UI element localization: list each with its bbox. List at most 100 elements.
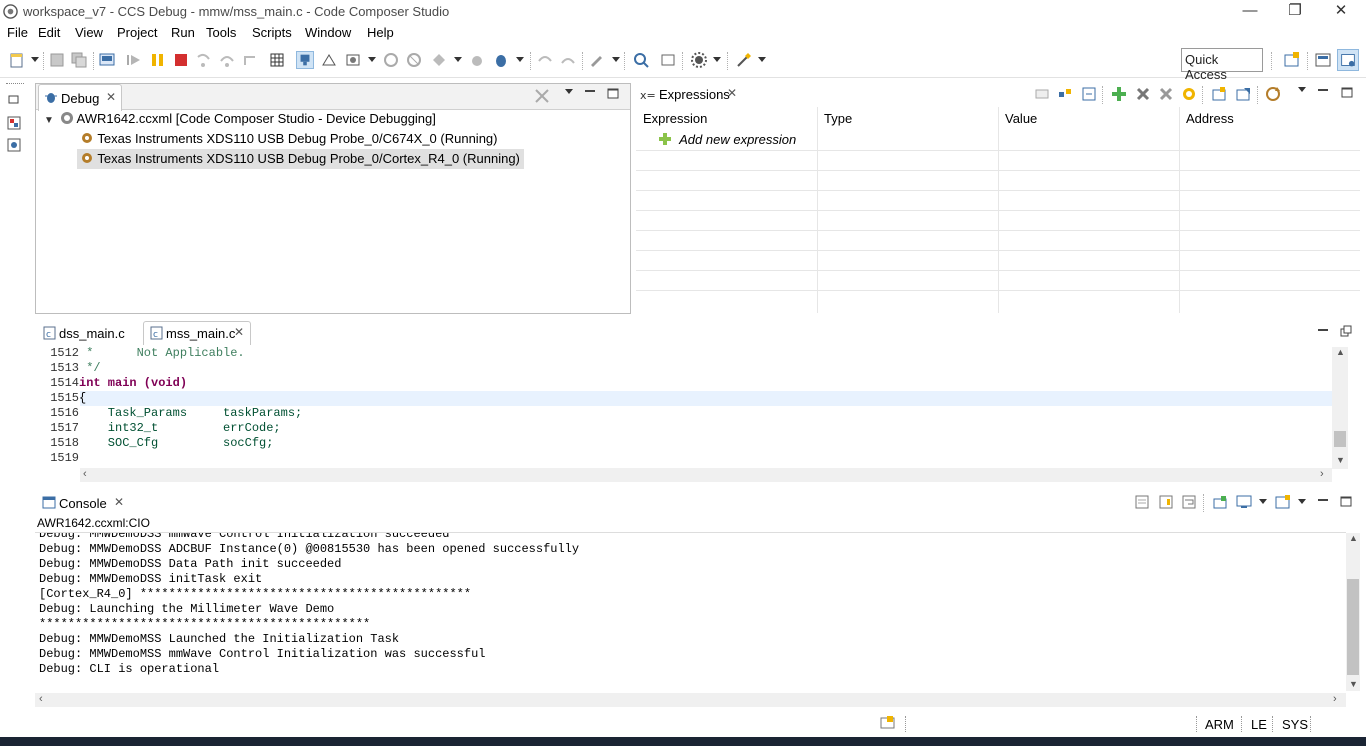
scroll-up-arrow-icon[interactable]: ▲ [1336, 347, 1345, 357]
chevron-down-icon[interactable] [1259, 499, 1267, 504]
scroll-down-arrow-icon[interactable]: ▼ [1336, 455, 1345, 465]
tree-child-row-selected[interactable]: Texas Instruments XDS110 USB Debug Probe… [77, 149, 524, 169]
remove-expression-icon[interactable] [1135, 86, 1151, 102]
menu-edit[interactable]: Edit [38, 25, 60, 40]
connect-target-icon[interactable] [296, 51, 314, 69]
load-program-icon[interactable] [320, 51, 338, 69]
scroll-up-arrow-icon[interactable]: ▲ [1349, 533, 1358, 543]
scroll-right-arrow-icon[interactable]: › [1333, 693, 1337, 705]
memory-grid-icon[interactable] [268, 51, 286, 69]
tools-icon[interactable] [588, 51, 606, 69]
tab-expressions[interactable]: x= Expressions ✕ [636, 83, 748, 110]
close-icon[interactable]: ✕ [114, 495, 124, 509]
search-icon[interactable] [632, 51, 650, 69]
menu-tools[interactable]: Tools [206, 25, 236, 40]
reset-icon[interactable] [344, 51, 362, 69]
menu-project[interactable]: Project [117, 25, 157, 40]
scroll-left-arrow-icon[interactable]: ‹ [83, 468, 87, 480]
profile-icon[interactable] [468, 51, 486, 69]
tree-expand-chevron-icon[interactable]: ▼ [44, 115, 56, 126]
task-progress-icon[interactable] [879, 715, 897, 731]
save-icon[interactable] [48, 51, 66, 69]
word-wrap-icon[interactable] [1181, 494, 1197, 510]
reload-icon[interactable] [405, 51, 423, 69]
step-asm-icon[interactable] [536, 51, 554, 69]
continuous-refresh-icon[interactable] [1265, 86, 1281, 102]
debug-icon[interactable] [492, 51, 510, 69]
breakpoints-icon[interactable] [6, 137, 22, 153]
column-header-type[interactable]: Type [824, 111, 852, 126]
menu-run[interactable]: Run [171, 25, 195, 40]
open-perspective-icon[interactable] [659, 51, 677, 69]
suspend-icon[interactable] [149, 51, 167, 69]
remove-all-expressions-icon[interactable] [1158, 86, 1174, 102]
scrollbar-thumb[interactable] [1334, 431, 1346, 447]
editor-horizontal-scrollbar[interactable]: ‹ › [80, 468, 1332, 482]
open-console-icon[interactable] [1275, 494, 1291, 510]
quick-access-input[interactable]: Quick Access [1181, 48, 1263, 82]
ccs-debug-perspective-icon[interactable] [1337, 49, 1359, 71]
restore-button[interactable]: ❐ [1272, 0, 1318, 24]
chevron-down-icon[interactable] [612, 57, 620, 62]
chevron-down-icon[interactable] [713, 57, 721, 62]
ccs-edit-perspective-icon[interactable] [1314, 51, 1332, 69]
minimize-view-icon[interactable] [1318, 89, 1328, 91]
scrollbar-thumb[interactable] [1347, 579, 1359, 675]
console-vertical-scrollbar[interactable]: ▲ ▼ [1346, 533, 1360, 691]
save-all-icon[interactable] [70, 51, 88, 69]
add-expression-plus-icon[interactable] [1111, 86, 1127, 102]
hardware-icon[interactable] [430, 51, 448, 69]
restart-icon[interactable] [382, 51, 400, 69]
refresh-expressions-icon[interactable] [1181, 86, 1197, 102]
step-over-asm-icon[interactable] [559, 51, 577, 69]
chevron-down-icon[interactable] [31, 57, 39, 62]
chevron-down-icon[interactable] [454, 57, 462, 62]
step-over-icon[interactable] [218, 51, 236, 69]
step-return-icon[interactable] [241, 51, 259, 69]
tab-debug[interactable]: Debug ✕ [38, 84, 122, 111]
collapse-all-icon[interactable] [1081, 86, 1097, 102]
code-editor[interactable]: 1512 * Not Applicable. 1513 */ 1514int m… [35, 346, 1332, 468]
maximize-view-icon[interactable] [1340, 495, 1352, 507]
chevron-down-icon[interactable] [1298, 499, 1306, 504]
import-expressions-icon[interactable] [1211, 86, 1227, 102]
restore-views-icon[interactable] [7, 93, 21, 105]
step-into-icon[interactable] [195, 51, 213, 69]
clear-console-icon[interactable] [1134, 494, 1150, 510]
minimize-view-icon[interactable] [1318, 499, 1328, 501]
scroll-left-arrow-icon[interactable]: ‹ [39, 693, 43, 705]
scroll-right-arrow-icon[interactable]: › [1320, 468, 1324, 480]
remove-terminated-icon[interactable] [533, 87, 551, 105]
column-header-address[interactable]: Address [1186, 111, 1234, 126]
tab-console[interactable]: Console ✕ [37, 491, 129, 518]
logical-structure-icon[interactable] [1057, 86, 1073, 102]
view-menu-chevron-icon[interactable] [565, 89, 573, 94]
view-menu-chevron-icon[interactable] [1298, 87, 1306, 92]
column-header-value[interactable]: Value [1005, 111, 1037, 126]
close-icon[interactable]: ✕ [234, 325, 244, 339]
resume-icon[interactable] [125, 51, 143, 69]
display-console-icon[interactable] [1236, 494, 1252, 510]
console-output[interactable]: Debug: MMWDemoDSS mmWave Control Initial… [35, 532, 1346, 692]
pin-console-icon[interactable] [1212, 494, 1228, 510]
tab-mss-main[interactable]: c mss_main.c ✕ [143, 321, 251, 345]
terminate-icon[interactable] [172, 51, 190, 69]
column-header-expression[interactable]: Expression [643, 111, 707, 126]
chevron-down-icon[interactable] [516, 57, 524, 62]
menu-scripts[interactable]: Scripts [252, 25, 292, 40]
chevron-down-icon[interactable] [758, 57, 766, 62]
minimize-view-icon[interactable] [585, 90, 595, 92]
console-horizontal-scrollbar[interactable]: ‹ › [35, 693, 1346, 707]
restore-view-icon[interactable] [1340, 325, 1352, 337]
scroll-lock-icon[interactable] [1158, 494, 1174, 510]
chevron-down-icon[interactable] [368, 57, 376, 62]
maximize-view-icon[interactable] [1341, 86, 1353, 98]
tab-dss-main[interactable]: c dss_main.c [37, 322, 135, 344]
open-perspective-button-icon[interactable] [1283, 51, 1301, 69]
export-expressions-icon[interactable] [1235, 86, 1251, 102]
wand-icon[interactable] [735, 51, 753, 69]
menu-window[interactable]: Window [305, 25, 351, 40]
show-type-names-icon[interactable] [1034, 86, 1050, 102]
maximize-view-icon[interactable] [607, 87, 619, 99]
minimize-button[interactable]: — [1227, 0, 1273, 24]
